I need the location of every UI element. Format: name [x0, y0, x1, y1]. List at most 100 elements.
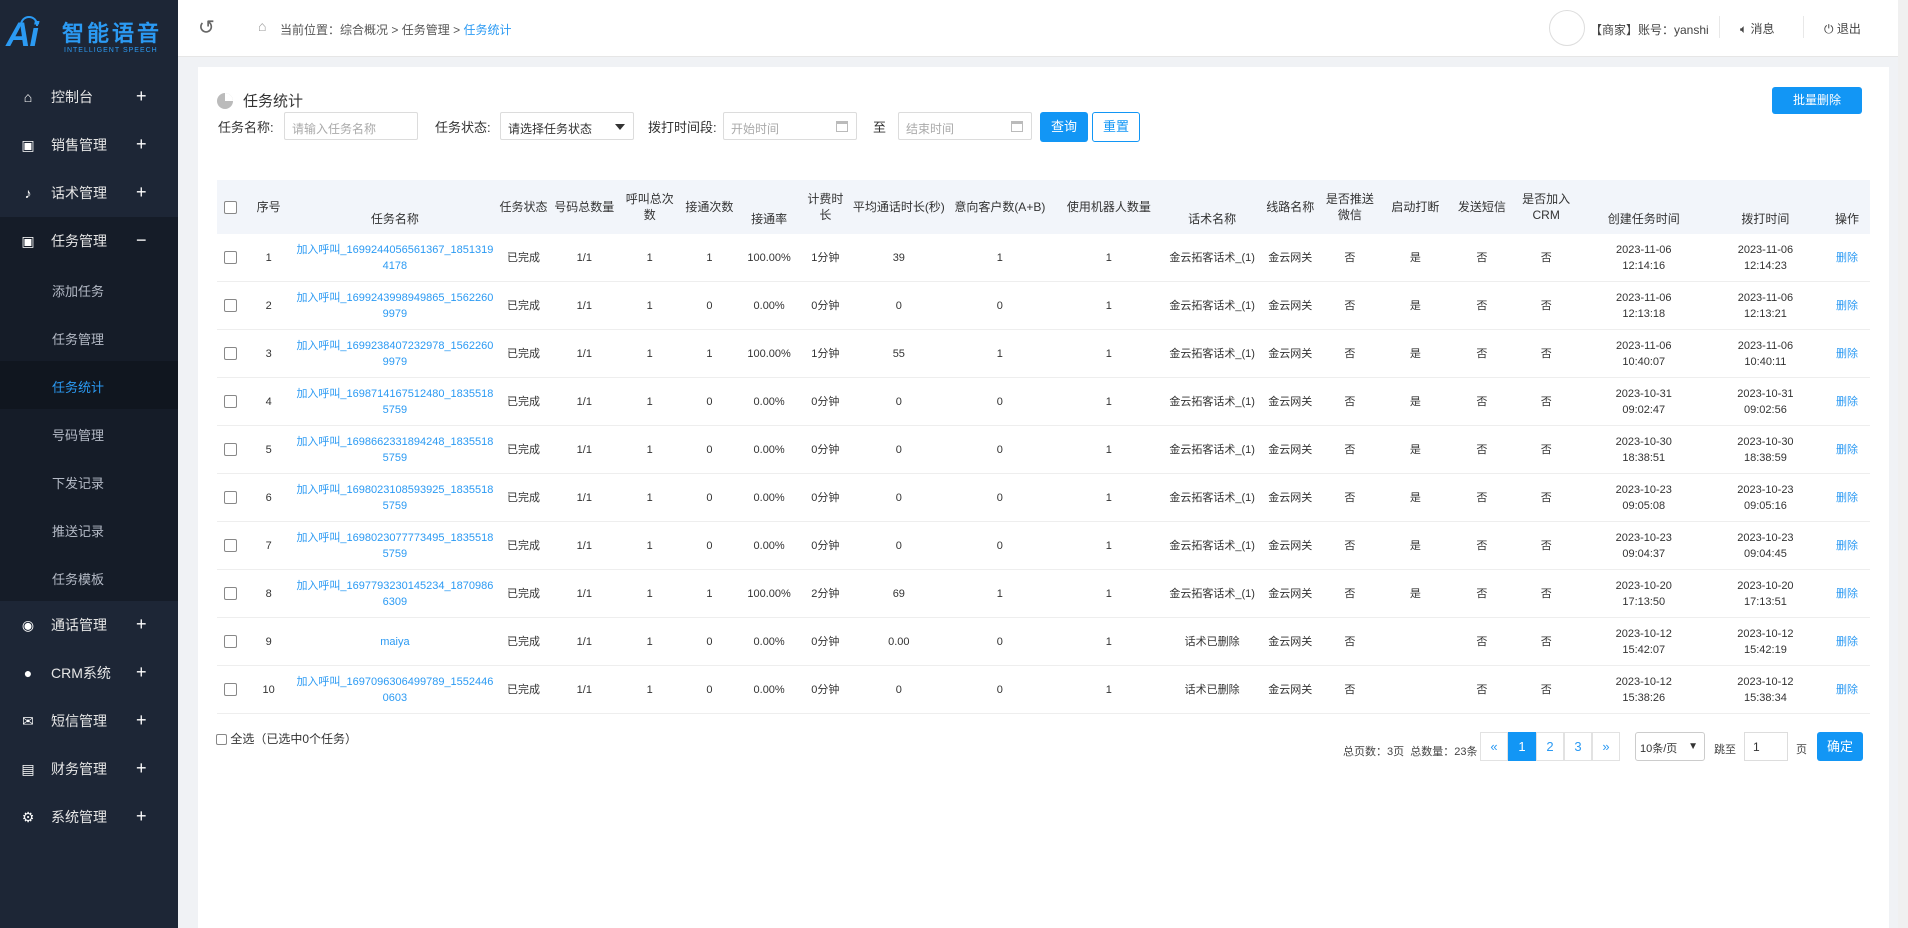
start-time-input[interactable]: 开始时间	[723, 112, 857, 140]
messages-link[interactable]: 🔈︎ 消息	[1740, 20, 1775, 37]
row-checkbox[interactable]	[224, 491, 238, 505]
sidebar-item-crm[interactable]: ● CRM系统 +	[0, 649, 178, 697]
number-count: 1/1	[549, 281, 619, 330]
select-all-checkbox[interactable]	[224, 201, 238, 215]
task-name-link[interactable]: 加入呼叫_1699244056561367_18513194178	[292, 234, 498, 282]
row-checkbox[interactable]	[224, 587, 238, 601]
row-checkbox[interactable]	[224, 299, 238, 313]
task-name-link[interactable]: 加入呼叫_1699238407232978_15622609979	[292, 329, 498, 378]
calendar-icon	[836, 121, 848, 132]
row-no: 5	[244, 425, 293, 474]
task-name-input[interactable]: 请输入任务名称	[284, 112, 418, 140]
row-checkbox[interactable]	[224, 683, 238, 697]
number-count: 1/1	[549, 329, 619, 378]
script-name: 金云拓客话术_(1)	[1165, 473, 1260, 522]
page-1-button[interactable]: 1	[1508, 732, 1536, 761]
confirm-jump-button[interactable]: 确定	[1817, 732, 1863, 761]
sidebar-item-sms[interactable]: ✉ 短信管理 +	[0, 697, 178, 745]
page-size-select[interactable]: 10条/页 ▼	[1635, 732, 1705, 761]
delete-link[interactable]: 删除	[1823, 281, 1870, 330]
page-2-button[interactable]: 2	[1536, 732, 1564, 761]
task-name-link[interactable]: 加入呼叫_1697793230145234_18709866309	[292, 569, 498, 618]
scrollbar[interactable]	[1898, 0, 1908, 928]
script-name: 金云拓客话术_(1)	[1165, 329, 1260, 378]
delete-link[interactable]: 删除	[1823, 377, 1870, 426]
sidebar-item-scripts[interactable]: ♪ 话术管理 +	[0, 169, 178, 217]
task-name-link[interactable]: 加入呼叫_1698714167512480_18355185759	[292, 377, 498, 426]
task-name-link[interactable]: 加入呼叫_1698023077773495_18355185759	[292, 521, 498, 570]
task-name-link[interactable]: 加入呼叫_1698662331894248_18355185759	[292, 425, 498, 474]
submenu-add-task[interactable]: 添加任务	[0, 265, 178, 313]
delete-link[interactable]: 删除	[1823, 665, 1870, 714]
col-interrupt: 启动打断	[1378, 180, 1453, 234]
batch-delete-button[interactable]: 批量删除	[1772, 87, 1862, 114]
task-status-select[interactable]: 请选择任务状态	[500, 112, 634, 140]
breadcrumb-overview[interactable]: 综合概况	[340, 23, 388, 37]
sidebar-item-system[interactable]: ⚙ 系统管理 +	[0, 793, 178, 841]
sidebar-item-console[interactable]: ⌂ 控制台 +	[0, 73, 178, 121]
delete-link[interactable]: 删除	[1823, 425, 1870, 474]
connect-count: 0	[680, 521, 739, 570]
created-time: 2023-11-06 12:14:16	[1580, 234, 1707, 282]
robot-count: 1	[1052, 425, 1166, 474]
sidebar-item-finance[interactable]: ▤ 财务管理 +	[0, 745, 178, 793]
sidebar-item-calls[interactable]: ◉ 通话管理 +	[0, 601, 178, 649]
page-3-button[interactable]: 3	[1564, 732, 1592, 761]
submenu-task-stats[interactable]: 任务统计	[0, 361, 178, 409]
table-row: 6 加入呼叫_1698023108593925_18355185759 已完成 1/1…	[217, 473, 1870, 522]
next-page-button[interactable]: »	[1592, 732, 1620, 761]
task-stats-table: 序号 任务名称 任务状态 号码总数量 呼叫总次数 接通次数 接通率 计费时长 平…	[217, 180, 1870, 714]
back-icon[interactable]: ↺	[198, 18, 218, 38]
jump-page-input[interactable]: 1	[1744, 732, 1788, 761]
send-sms: 否	[1452, 377, 1512, 426]
submenu-push-log[interactable]: 推送记录	[0, 505, 178, 553]
col-crm: 是否加入CRM	[1511, 180, 1581, 234]
dial-time: 2023-10-12 15:38:34	[1706, 665, 1824, 714]
col-sms: 发送短信	[1452, 180, 1512, 234]
submenu-number-manage[interactable]: 号码管理	[0, 409, 178, 457]
created-time: 2023-10-12 15:38:26	[1580, 665, 1707, 714]
robot-count: 1	[1052, 473, 1166, 522]
row-no: 1	[244, 234, 293, 282]
delete-link[interactable]: 删除	[1823, 473, 1870, 522]
task-name-link[interactable]: maiya	[292, 617, 498, 666]
call-count: 1	[618, 521, 681, 570]
task-name-link[interactable]: 加入呼叫_1697096306499789_15524460603	[292, 665, 498, 714]
query-button[interactable]: 查询	[1040, 112, 1088, 142]
submenu-task-manage[interactable]: 任务管理	[0, 313, 178, 361]
prev-page-button[interactable]: «	[1480, 732, 1508, 761]
call-count: 1	[618, 425, 681, 474]
row-checkbox[interactable]	[224, 539, 238, 553]
task-name-link[interactable]: 加入呼叫_1699243998949865_15622609979	[292, 281, 498, 330]
delete-link[interactable]: 删除	[1823, 617, 1870, 666]
sidebar-item-tasks[interactable]: ▣ 任务管理 −	[0, 217, 178, 265]
delete-link[interactable]: 删除	[1823, 521, 1870, 570]
reset-button[interactable]: 重置	[1092, 112, 1140, 142]
submenu-task-template[interactable]: 任务模板	[0, 553, 178, 601]
delete-link[interactable]: 删除	[1823, 234, 1870, 282]
breadcrumb-task-manage[interactable]: 任务管理	[402, 23, 450, 37]
delete-link[interactable]: 删除	[1823, 569, 1870, 618]
dial-time: 2023-11-06 12:13:21	[1706, 281, 1824, 330]
col-name: 任务名称	[292, 180, 498, 234]
task-status: 已完成	[497, 425, 550, 474]
delete-link[interactable]: 删除	[1823, 329, 1870, 378]
table-row: 9 maiya 已完成 1/1 1 0 0.00% 0分钟 0.00 0 1 话术已删除 金云网关否否否…	[217, 617, 1870, 666]
chevron-down-icon	[615, 124, 625, 130]
row-checkbox[interactable]	[224, 395, 238, 409]
row-checkbox[interactable]	[224, 347, 238, 361]
logout-link[interactable]: ⏻ 退出	[1824, 20, 1861, 37]
select-all-footer[interactable]: 全选（已选中0个任务）	[216, 730, 357, 747]
task-name-link[interactable]: 加入呼叫_1698023108593925_18355185759	[292, 473, 498, 522]
select-all-footer-checkbox[interactable]	[216, 734, 227, 746]
end-time-input[interactable]: 结束时间	[898, 112, 1032, 140]
row-checkbox[interactable]	[224, 443, 238, 457]
intent-count: 1	[947, 329, 1053, 378]
chevron-down-icon: ▼	[1688, 741, 1698, 752]
avatar[interactable]	[1549, 10, 1585, 46]
submenu-dispatch-log[interactable]: 下发记录	[0, 457, 178, 505]
number-count: 1/1	[549, 521, 619, 570]
row-checkbox[interactable]	[224, 635, 238, 649]
row-checkbox[interactable]	[224, 251, 238, 265]
sidebar-item-sales[interactable]: ▣ 销售管理 +	[0, 121, 178, 169]
